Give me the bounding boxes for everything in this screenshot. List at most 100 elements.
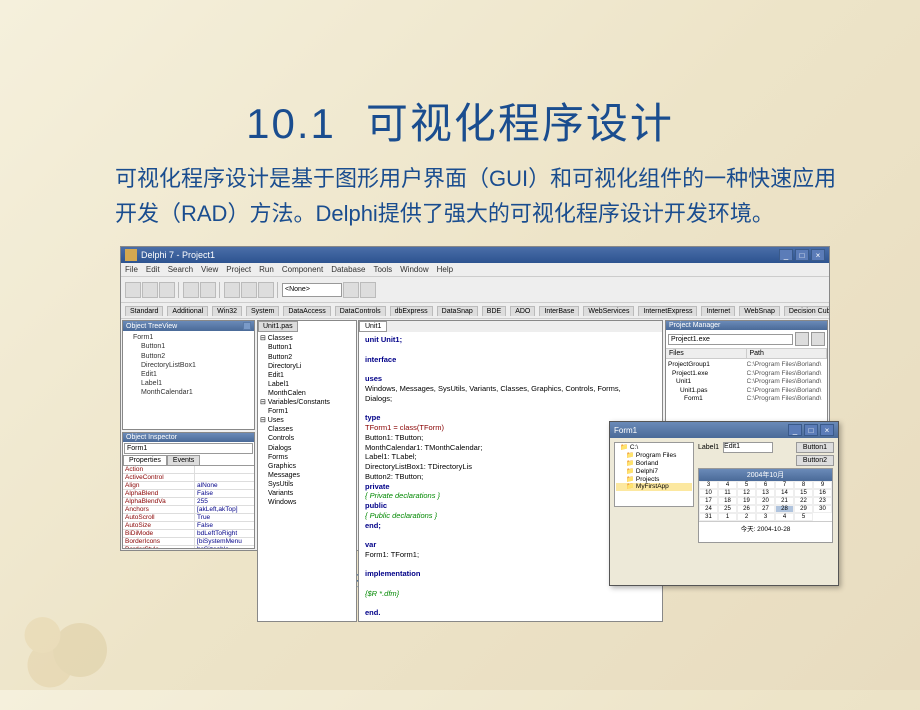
calendar-day[interactable]: 5 [794,513,813,521]
palette-tab[interactable]: dbExpress [390,306,433,316]
calendar-day[interactable]: 26 [737,505,756,513]
palette-tab[interactable]: BDE [482,306,506,316]
directory-item[interactable]: 📁 Program Files [616,452,692,460]
project-row[interactable]: Unit1.pasC:\Program Files\Borland\ [668,387,825,395]
menu-item[interactable]: Run [259,265,274,274]
property-row[interactable]: BiDiModebdLeftToRight [123,530,254,538]
toolbar-combo[interactable]: <None> [282,283,342,297]
calendar-day[interactable]: 3 [699,481,718,489]
toolbar-button[interactable] [360,282,376,298]
new-button[interactable] [795,332,809,346]
project-tree[interactable]: ProjectGroup1C:\Program Files\Borland\Pr… [666,359,827,405]
calendar-day[interactable]: 9 [813,481,832,489]
directory-item[interactable]: 📁 Borland [616,460,692,468]
panel-close-icon[interactable] [243,322,251,330]
property-row[interactable]: AutoScrollTrue [123,514,254,522]
calendar-day[interactable]: 11 [718,489,737,497]
menu-item[interactable]: Database [331,265,365,274]
palette-tab[interactable]: Win32 [212,306,242,316]
property-row[interactable]: AutoSizeFalse [123,522,254,530]
calendar-day[interactable]: 30 [813,505,832,513]
tab-properties[interactable]: Properties [123,455,167,465]
menu-item[interactable]: Search [168,265,193,274]
palette-tab[interactable]: DataAccess [283,306,330,316]
structure-item[interactable]: Graphics [260,462,354,471]
calendar-day[interactable]: 7 [775,481,794,489]
calendar-day[interactable]: 17 [699,497,718,505]
toolbar-button[interactable] [183,282,199,298]
palette-tab[interactable]: WebSnap [739,306,780,316]
project-row[interactable]: Project1.exeC:\Program Files\Borland\ [668,370,825,378]
structure-tab[interactable]: Unit1.pas [258,321,298,332]
property-row[interactable]: BorderStylebsSizeable [123,546,254,549]
structure-item[interactable]: Label1 [260,380,354,389]
menu-item[interactable]: Edit [146,265,160,274]
calendar-day[interactable]: 2 [737,513,756,521]
calendar-day[interactable]: 20 [756,497,775,505]
structure-item[interactable]: DirectoryLi [260,362,354,371]
calendar-day[interactable]: 6 [756,481,775,489]
menu-item[interactable]: Help [437,265,453,274]
toolbar-button[interactable] [159,282,175,298]
structure-item[interactable]: Forms [260,453,354,462]
palette-tab[interactable]: DataSnap [437,306,478,316]
calendar-day[interactable]: 27 [756,505,775,513]
structure-group[interactable]: ⊟ Classes [260,334,354,343]
calendar-day[interactable]: 18 [718,497,737,505]
property-row[interactable]: ActiveControl [123,474,254,482]
calendar-day[interactable]: 31 [699,513,718,521]
palette-tab[interactable]: Internet [701,306,735,316]
calendar-day[interactable]: 4 [775,513,794,521]
calendar-day[interactable]: 19 [737,497,756,505]
project-row[interactable]: Form1C:\Program Files\Borland\ [668,395,825,403]
calendar-day[interactable]: 22 [794,497,813,505]
menu-item[interactable]: Window [400,265,428,274]
tree-item[interactable]: Label1 [125,379,252,388]
form-maximize-button[interactable]: □ [804,424,818,436]
remove-button[interactable] [811,332,825,346]
calendar-day[interactable]: 28 [775,505,794,513]
project-combo[interactable]: Project1.exe [668,334,793,345]
form-designer[interactable]: Form1 _ □ × 📁 C:\📁 Program Files📁 Borlan… [609,421,839,586]
palette-tab[interactable]: ADO [510,306,535,316]
month-calendar-component[interactable]: 2004年10月 3456789101112131415161718192021… [698,468,833,543]
calendar-day[interactable]: 29 [794,505,813,513]
toolbar-button[interactable] [343,282,359,298]
directory-item[interactable]: 📁 Projects [616,476,692,484]
palette-tab[interactable]: Decision Cube [784,306,829,316]
tree-item[interactable]: Button1 [125,342,252,351]
code-tab[interactable]: Unit1 [359,321,387,332]
calendar-day[interactable]: 5 [737,481,756,489]
property-row[interactable]: Anchors[akLeft,akTop] [123,506,254,514]
property-row[interactable]: AlphaBlendFalse [123,490,254,498]
calendar-day[interactable]: 13 [756,489,775,497]
button1-component[interactable]: Button1 [796,442,834,453]
property-row[interactable]: Action [123,466,254,474]
toolbar-button[interactable] [258,282,274,298]
tree-root[interactable]: Form1 [125,333,252,342]
form-minimize-button[interactable]: _ [788,424,802,436]
structure-content[interactable]: ⊟ ClassesButton1Button2DirectoryLiEdit1L… [258,332,356,509]
calendar-day[interactable]: 4 [718,481,737,489]
structure-item[interactable]: Dialogs [260,444,354,453]
toolbar-button[interactable] [125,282,141,298]
structure-group[interactable]: ⊟ Uses [260,416,354,425]
structure-item[interactable]: Form1 [260,407,354,416]
calendar-day[interactable]: 25 [718,505,737,513]
maximize-button[interactable]: □ [795,249,809,261]
calendar-day[interactable]: 10 [699,489,718,497]
toolbar-button[interactable] [142,282,158,298]
button2-component[interactable]: Button2 [796,455,834,466]
menu-item[interactable]: Project [226,265,251,274]
calendar-day[interactable]: 1 [718,513,737,521]
palette-tab[interactable]: Standard [125,306,163,316]
menu-item[interactable]: Component [282,265,323,274]
directory-item[interactable]: 📁 C:\ [616,444,692,452]
tree-item[interactable]: Edit1 [125,370,252,379]
tree-item[interactable]: MonthCalendar1 [125,388,252,397]
structure-item[interactable]: Edit1 [260,371,354,380]
property-row[interactable]: AlphaBlendVa255 [123,498,254,506]
structure-item[interactable]: Controls [260,434,354,443]
project-row[interactable]: ProjectGroup1C:\Program Files\Borland\ [668,361,825,369]
label-component[interactable]: Label1 [698,444,719,451]
